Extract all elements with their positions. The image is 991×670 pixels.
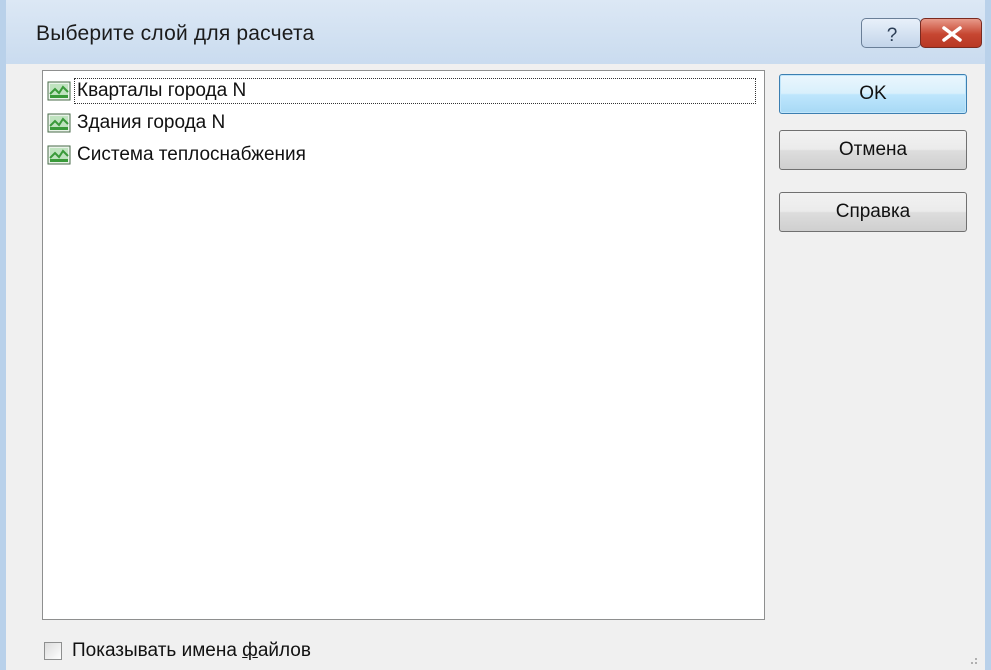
map-layer-icon bbox=[47, 113, 71, 133]
show-file-names-option[interactable]: Показывать имена файлов bbox=[44, 640, 311, 662]
ok-button[interactable]: OK bbox=[779, 74, 967, 114]
resize-grip-icon[interactable] bbox=[965, 652, 979, 666]
show-file-names-label: Показывать имена файлов bbox=[72, 640, 311, 661]
map-layer-icon bbox=[47, 81, 71, 101]
svg-text:?: ? bbox=[887, 25, 898, 46]
map-layer-icon bbox=[47, 145, 71, 165]
list-item[interactable]: Кварталы города N bbox=[47, 77, 756, 105]
show-file-names-checkbox[interactable] bbox=[44, 642, 62, 660]
cancel-button[interactable]: Отмена bbox=[779, 130, 967, 170]
close-x-icon bbox=[942, 26, 962, 42]
layer-select-dialog: Выберите слой для расчета ? Кварталы гор… bbox=[0, 0, 991, 670]
list-item[interactable]: Система теплоснабжения bbox=[47, 141, 308, 169]
layer-label: Система теплоснабжения bbox=[77, 144, 306, 165]
close-caption-button[interactable] bbox=[920, 18, 982, 48]
help-caption-button[interactable]: ? bbox=[861, 18, 921, 48]
question-mark-icon: ? bbox=[887, 25, 898, 46]
dialog-client-area: Кварталы города N Здания города N Систем… bbox=[6, 64, 985, 670]
layer-label: Кварталы города N bbox=[74, 78, 756, 104]
layer-list[interactable]: Кварталы города N Здания города N Систем… bbox=[42, 70, 765, 620]
title-bar[interactable]: Выберите слой для расчета ? bbox=[6, 0, 985, 66]
help-button[interactable]: Справка bbox=[779, 192, 967, 232]
dialog-title: Выберите слой для расчета bbox=[36, 22, 315, 45]
layer-label: Здания города N bbox=[77, 112, 226, 133]
list-item[interactable]: Здания города N bbox=[47, 109, 227, 137]
